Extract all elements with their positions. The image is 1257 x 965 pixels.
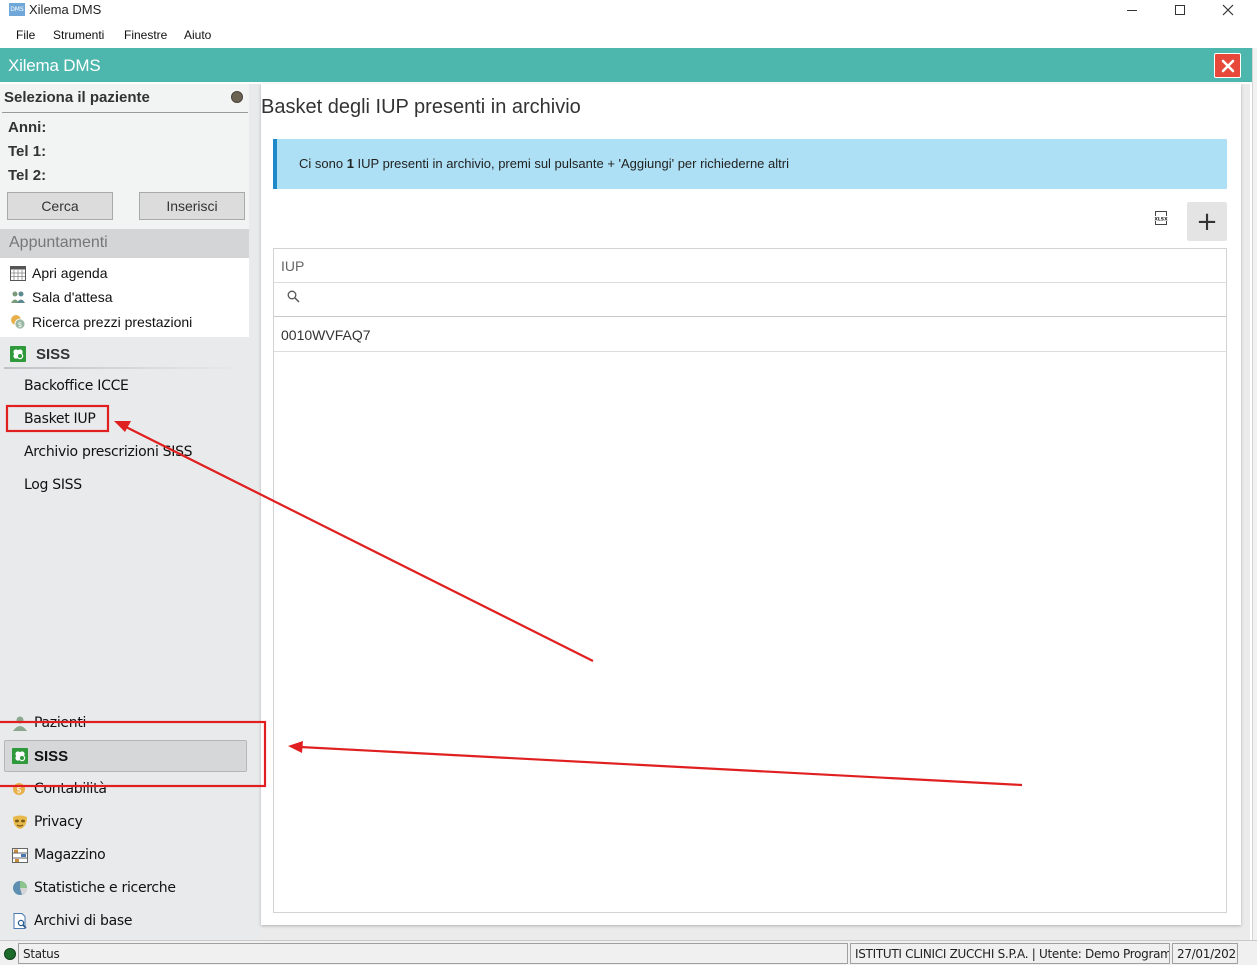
pie-chart-icon bbox=[12, 880, 28, 896]
patient-field-anni: Anni: bbox=[8, 119, 47, 136]
info-message-count: 1 bbox=[346, 156, 354, 171]
close-icon bbox=[1221, 59, 1234, 72]
app-header: Xilema DMS bbox=[0, 48, 1252, 82]
appointments-header-label: Appuntamenti bbox=[9, 234, 108, 251]
insert-patient-button[interactable]: Inserisci bbox=[139, 192, 245, 220]
app-header-title: Xilema DMS bbox=[8, 56, 101, 75]
siss-item-archivio-prescrizioni[interactable]: Archivio prescrizioni SISS bbox=[24, 444, 193, 460]
appt-item-label: Sala d'attesa bbox=[32, 289, 113, 305]
svg-text:XLSX: XLSX bbox=[1154, 216, 1168, 222]
statusbar: Status ISTITUTI CLINICI ZUCCHI S.P.A. | … bbox=[0, 940, 1257, 965]
menu-file[interactable]: File bbox=[16, 28, 35, 42]
module-label: Magazzino bbox=[34, 847, 106, 863]
window-right-edge bbox=[1252, 48, 1257, 943]
siss-item-log-siss[interactable]: Log SISS bbox=[24, 477, 82, 493]
siss-section-title: SISS bbox=[36, 345, 71, 363]
module-label: Pazienti bbox=[34, 715, 87, 731]
people-group-icon bbox=[10, 289, 26, 305]
grid-column-iup: IUP bbox=[281, 258, 305, 274]
document-search-icon bbox=[12, 913, 28, 929]
menu-aiuto[interactable]: Aiuto bbox=[184, 28, 211, 42]
status-date: 27/01/2021 bbox=[1172, 943, 1238, 964]
patient-field-tel2: Tel 2: bbox=[8, 167, 47, 184]
calendar-grid-icon bbox=[10, 265, 26, 281]
module-pazienti[interactable]: Pazienti bbox=[12, 713, 86, 733]
patient-selector-title: Seleziona il paziente bbox=[4, 89, 150, 106]
export-xlsx-button[interactable]: XLSX bbox=[1152, 209, 1170, 227]
patient-selector: Seleziona il paziente Anni: Tel 1: Tel 2… bbox=[0, 84, 250, 229]
siss-section-header[interactable]: SISS bbox=[10, 344, 70, 364]
add-iup-button[interactable]: + bbox=[1187, 202, 1227, 241]
mask-icon bbox=[12, 814, 28, 830]
module-magazzino[interactable]: Magazzino bbox=[12, 845, 106, 865]
appt-item-label: Ricerca prezzi prestazioni bbox=[32, 314, 193, 330]
window-titlebar: DMS Xilema DMS bbox=[0, 0, 1257, 22]
info-message: Ci sono 1 IUP presenti in archivio, prem… bbox=[299, 156, 789, 171]
info-message-prefix: Ci sono bbox=[299, 156, 347, 171]
menu-strumenti[interactable]: Strumenti bbox=[53, 28, 104, 42]
window-title: Xilema DMS bbox=[29, 2, 102, 17]
close-icon bbox=[1222, 4, 1234, 16]
appointments-header[interactable]: Appuntamenti bbox=[0, 229, 249, 258]
svg-text:$: $ bbox=[16, 786, 22, 796]
appt-item-ricerca-prezzi[interactable]: $ Ricerca prezzi prestazioni bbox=[10, 312, 192, 332]
coins-icon: $ bbox=[12, 781, 28, 797]
table-row[interactable]: 0010WVFAQ7 bbox=[274, 318, 1226, 352]
module-label: Statistiche e ricerche bbox=[34, 880, 176, 896]
iup-grid: IUP 0010WVFAQ7 bbox=[273, 248, 1227, 913]
window-close-button[interactable] bbox=[1205, 0, 1251, 20]
page-title: Basket degli IUP presenti in archivio bbox=[261, 96, 581, 118]
app-icon: DMS bbox=[9, 3, 25, 16]
module-label: Contabilità bbox=[34, 781, 107, 797]
module-siss[interactable]: SISS bbox=[12, 746, 68, 766]
person-icon bbox=[12, 715, 28, 731]
siss-item-backoffice-icce[interactable]: Backoffice ICCE bbox=[24, 378, 129, 394]
coins-price-icon: $ bbox=[10, 314, 26, 330]
appointments-list: Apri agenda Sala d'attesa $ Ricerca prez… bbox=[0, 258, 249, 337]
minimize-icon bbox=[1127, 9, 1137, 11]
minimize-button[interactable] bbox=[1109, 0, 1155, 20]
menu-finestre[interactable]: Finestre bbox=[124, 28, 167, 42]
patient-field-tel1: Tel 1: bbox=[8, 143, 47, 160]
warehouse-shelves-icon bbox=[12, 847, 28, 863]
grid-header[interactable]: IUP bbox=[274, 249, 1226, 283]
module-label: Privacy bbox=[34, 814, 83, 830]
maximize-icon bbox=[1175, 5, 1185, 15]
sidebar: Seleziona il paziente Anni: Tel 1: Tel 2… bbox=[0, 84, 250, 940]
sidebar-splitter[interactable] bbox=[249, 84, 260, 940]
appt-item-apri-agenda[interactable]: Apri agenda bbox=[10, 263, 108, 283]
connection-status-led bbox=[4, 948, 16, 960]
appt-item-label: Apri agenda bbox=[32, 265, 108, 281]
module-archivi-base[interactable]: Archivi di base bbox=[12, 911, 133, 931]
module-statistiche[interactable]: Statistiche e ricerche bbox=[12, 878, 176, 898]
module-contabilita[interactable]: $ Contabilità bbox=[12, 779, 107, 799]
menubar: File Strumenti Finestre Aiuto bbox=[0, 25, 1257, 47]
svg-text:$: $ bbox=[18, 321, 22, 329]
info-alert: Ci sono 1 IUP presenti in archivio, prem… bbox=[273, 139, 1227, 189]
search-patient-button[interactable]: Cerca bbox=[7, 192, 113, 220]
iup-cell: 0010WVFAQ7 bbox=[281, 327, 371, 343]
patient-selector-divider bbox=[2, 112, 248, 113]
siss-section-divider bbox=[4, 367, 244, 369]
status-label: Status bbox=[18, 943, 848, 964]
module-privacy[interactable]: Privacy bbox=[12, 812, 83, 832]
appt-item-sala-attesa[interactable]: Sala d'attesa bbox=[10, 287, 113, 307]
maximize-button[interactable] bbox=[1157, 0, 1203, 20]
siss-clover-icon bbox=[10, 346, 26, 362]
module-label: Archivi di base bbox=[34, 913, 133, 929]
grid-filter-row[interactable] bbox=[274, 283, 1226, 317]
patient-status-dot[interactable] bbox=[231, 91, 243, 103]
status-company-user: ISTITUTI CLINICI ZUCCHI S.P.A. | Utente:… bbox=[850, 943, 1170, 964]
siss-item-basket-iup[interactable]: Basket IUP bbox=[24, 411, 96, 427]
xlsx-export-icon: XLSX bbox=[1154, 211, 1168, 225]
module-label: SISS bbox=[34, 747, 69, 765]
app-close-button[interactable] bbox=[1214, 53, 1241, 78]
siss-clover-icon bbox=[12, 748, 28, 764]
search-icon bbox=[287, 290, 300, 306]
info-message-suffix: IUP presenti in archivio, premi sul puls… bbox=[353, 156, 789, 171]
